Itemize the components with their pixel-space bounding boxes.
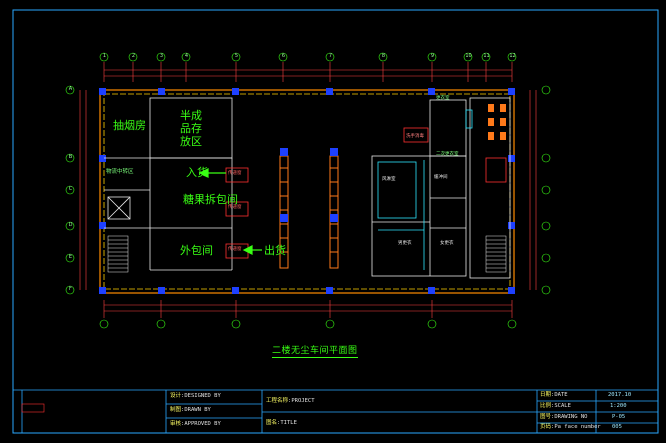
dimension-ticks bbox=[103, 62, 513, 318]
label-buffer: 缓冲间 bbox=[434, 175, 448, 180]
label-air-shower: 风淋室 bbox=[382, 177, 396, 182]
pass-window-3: 传递窗 bbox=[228, 247, 242, 252]
cleanroom-partitions bbox=[377, 109, 473, 270]
floor-plan-drawing bbox=[12, 9, 659, 434]
label-female-locker: 女更衣 bbox=[440, 241, 454, 246]
label-exit: 出货 bbox=[264, 244, 286, 257]
axis-label-5: 5 bbox=[234, 53, 239, 59]
axis-label-4: 4 bbox=[184, 53, 189, 59]
interior-walls bbox=[104, 97, 511, 279]
room-outer-pack: 外包间 bbox=[180, 244, 213, 257]
axis-label-10: 10 bbox=[465, 53, 472, 59]
pass-window-2: 传递窗 bbox=[228, 205, 242, 210]
tb-approved: 审核:APPROVED BY bbox=[170, 421, 221, 427]
tb-designed: 设计:DESIGNED BY bbox=[170, 393, 221, 399]
tb-drawn: 制图:DRAWN BY bbox=[170, 407, 211, 413]
axis-label-6: 6 bbox=[281, 53, 286, 59]
label-second-locker: 二次更衣室 bbox=[436, 152, 459, 157]
axis-label-3: 3 bbox=[159, 53, 164, 59]
axis-label-F: F bbox=[69, 286, 72, 292]
tb-date: 日期:DATE bbox=[540, 392, 568, 398]
label-handwash: 洗手消毒 bbox=[406, 134, 424, 139]
rack-posts bbox=[280, 148, 338, 222]
tb-title: 图名:TITLE bbox=[266, 420, 297, 426]
axis-label-2: 2 bbox=[131, 53, 136, 59]
tb-scale-value: 1:200 bbox=[610, 403, 627, 409]
label-logistics: 物流中转区 bbox=[106, 169, 134, 175]
room-semi-storage-1: 半成 bbox=[180, 109, 202, 122]
axis-label-12: 12 bbox=[509, 53, 516, 59]
label-entry: 入货 bbox=[186, 166, 208, 179]
tb-project: 工程名称:PROJECT bbox=[266, 398, 315, 404]
tb-date-value: 2017.10 bbox=[608, 392, 632, 398]
tb-page: 页码:Pa face number bbox=[540, 424, 601, 430]
logo-stamp bbox=[21, 403, 45, 413]
storage-racks bbox=[279, 155, 339, 269]
room-smoking: 抽烟房 bbox=[113, 119, 146, 132]
axis-label-D: D bbox=[68, 222, 73, 228]
axis-label-8: 8 bbox=[381, 53, 386, 59]
axis-label-A: A bbox=[68, 86, 73, 92]
pass-windows bbox=[225, 127, 507, 259]
top-dimension-lines bbox=[104, 69, 512, 312]
axis-label-7: 7 bbox=[328, 53, 333, 59]
tb-drawing-no: 图号:DRAWING NO bbox=[540, 414, 588, 420]
room-inner-pack: 糖果拆包间 bbox=[183, 193, 238, 206]
axis-label-E: E bbox=[68, 254, 73, 260]
outer-walls bbox=[99, 89, 515, 294]
axis-label-11: 11 bbox=[483, 53, 490, 59]
axis-label-C: C bbox=[68, 186, 73, 192]
toilet-fixtures bbox=[488, 104, 506, 140]
axis-label-B: B bbox=[68, 154, 73, 160]
tb-scale: 比例:SCALE bbox=[540, 403, 571, 409]
columns bbox=[99, 88, 515, 294]
label-male-locker: 男更衣 bbox=[398, 241, 412, 246]
room-semi-storage-3: 放区 bbox=[180, 135, 202, 148]
room-semi-storage-2: 品存 bbox=[180, 122, 202, 135]
pass-window-1: 传递窗 bbox=[228, 171, 242, 176]
tb-drawing-no-value: P-05 bbox=[612, 414, 626, 420]
drawing-title: 二楼无尘车间平面图 bbox=[272, 343, 358, 358]
label-locker: 更衣室 bbox=[436, 96, 450, 101]
axis-label-1: 1 bbox=[102, 53, 107, 59]
tb-page-value: 005 bbox=[612, 424, 622, 430]
axis-label-9: 9 bbox=[430, 53, 435, 59]
